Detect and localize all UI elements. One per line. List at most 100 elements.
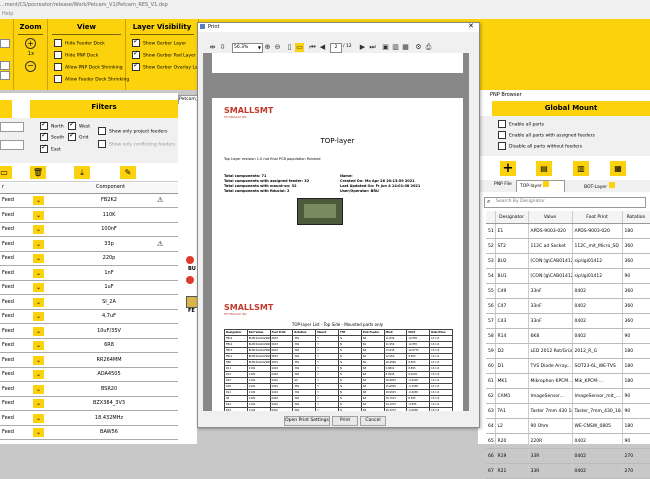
- checkbox-checked-icon[interactable]: [68, 131, 76, 141]
- show-gerber-pad-layer[interactable]: Show Gerber Pad Layer: [132, 49, 196, 59]
- zoom-in-print-icon[interactable]: ⊕: [263, 43, 272, 52]
- checkbox-icon[interactable]: [498, 142, 506, 150]
- zoom-out-icon[interactable]: −: [25, 61, 36, 72]
- checkbox-icon[interactable]: [54, 63, 62, 71]
- print-button[interactable]: Print: [332, 416, 358, 426]
- filter-project-feeders[interactable]: Show only project feeders: [98, 127, 168, 135]
- pnp-col-header[interactable]: Foot Print: [572, 211, 623, 224]
- filter-field[interactable]: [0, 140, 24, 150]
- chevron-down-icon[interactable]: ⌄: [33, 254, 44, 263]
- checkbox-checked-icon[interactable]: [132, 61, 140, 71]
- open-print-settings-button[interactable]: Open Print Settings: [284, 416, 330, 426]
- checkbox-icon[interactable]: [98, 127, 106, 135]
- pnp-col-header[interactable]: Value: [528, 211, 573, 224]
- filter-north[interactable]: North: [40, 120, 64, 130]
- gear-icon[interactable]: [543, 181, 550, 187]
- ribbon-left-field-3[interactable]: [0, 71, 10, 80]
- checkbox-checked-icon[interactable]: [132, 37, 140, 47]
- disable-parts-no-feeder[interactable]: Disable all parts without feeders: [498, 142, 582, 150]
- checkbox-icon[interactable]: [98, 140, 106, 148]
- table-row[interactable]: 56 C47 33nF 0402 360: [486, 298, 650, 314]
- feeder-row[interactable]: Feed ⌄ BSR20: [0, 383, 178, 397]
- chevron-down-icon[interactable]: ⌄: [33, 196, 44, 205]
- feeder-tool-1-icon[interactable]: ▭: [0, 166, 12, 179]
- table-row[interactable]: 65 R20 220R 0402 90: [486, 433, 650, 449]
- landscape-icon[interactable]: ▭: [295, 43, 304, 52]
- close-icon[interactable]: ✕: [468, 22, 474, 30]
- fit-page-icon[interactable]: ⇳: [218, 43, 227, 52]
- chevron-down-icon[interactable]: ⌄: [33, 399, 44, 408]
- table-row[interactable]: 53 BU2 [CON:]g\CAB01412 sip\lgi01412 360: [486, 253, 650, 269]
- checkbox-icon[interactable]: [498, 131, 506, 139]
- table-row[interactable]: 66 R19 33R 0402 270: [486, 448, 650, 464]
- overview-icon[interactable]: ▦: [401, 43, 410, 52]
- table-row[interactable]: 55 C49 33nF 0402 360: [486, 283, 650, 299]
- chevron-down-icon[interactable]: ⌄: [33, 225, 44, 234]
- filter-dropdown[interactable]: [0, 122, 24, 132]
- menu-help[interactable]: Help: [2, 11, 13, 17]
- chevron-down-icon[interactable]: ⌄: [33, 297, 44, 307]
- next-page-icon[interactable]: ▶: [358, 43, 367, 52]
- chevron-down-icon[interactable]: ⌄: [33, 210, 44, 220]
- feeder-row[interactable]: Feed ⌄ BAW56: [0, 426, 178, 440]
- first-page-icon[interactable]: ⏮: [308, 43, 317, 52]
- show-gerber-layer[interactable]: Show Gerber Layer: [132, 37, 186, 47]
- table-row[interactable]: 61 MK1 Mikrophon KPCM... Mik_KPCM-... 180: [486, 373, 650, 389]
- checkbox-icon[interactable]: [54, 75, 62, 83]
- feeder-row[interactable]: Feed ⌄ 10uF/35V: [0, 325, 178, 339]
- show-gerber-overlay-layer[interactable]: Show Gerber Overlay Layer: [132, 61, 205, 71]
- feeder-row[interactable]: Feed ⌄ 110K: [0, 209, 178, 223]
- tab-bot-layer[interactable]: BOT-Layer: [584, 182, 615, 190]
- checkbox-icon[interactable]: [54, 39, 62, 47]
- tab-pnp-file[interactable]: PNP File: [494, 182, 512, 187]
- pnp-tool-4-icon[interactable]: ▦: [610, 161, 626, 176]
- pnp-tool-3-icon[interactable]: ▥: [573, 161, 589, 176]
- feeder-row[interactable]: Feed ⌄ 1nF: [0, 267, 178, 281]
- chevron-down-icon[interactable]: ⌄: [33, 428, 44, 437]
- feeder-row[interactable]: Feed ⌄ 220p: [0, 252, 178, 266]
- pnp-tool-2-icon[interactable]: ▤: [536, 161, 552, 176]
- pnp-col-header[interactable]: Rotation: [622, 211, 650, 224]
- feeder-row[interactable]: Feed ⌄ 6R8: [0, 339, 178, 353]
- filter-east[interactable]: East: [40, 143, 61, 153]
- zoom-select[interactable]: 56.3% ▼: [232, 43, 263, 53]
- chevron-down-icon[interactable]: ⌄: [33, 355, 44, 365]
- portrait-icon[interactable]: ▯: [285, 43, 294, 52]
- filter-west[interactable]: West: [68, 120, 90, 130]
- chevron-down-icon[interactable]: ⌄: [33, 283, 44, 292]
- table-row[interactable]: 52 ST2 112C ad Socket 112C_mit_Micro_SD 360: [486, 238, 650, 254]
- chevron-down-icon[interactable]: ⌄: [33, 384, 44, 394]
- filter-south[interactable]: South: [40, 131, 64, 141]
- enable-parts-assigned[interactable]: Enable all parts with assigned feeders: [498, 131, 595, 139]
- chevron-down-icon[interactable]: ⌄: [33, 312, 44, 321]
- feeder-row[interactable]: Feed ⌄ RR264MM: [0, 354, 178, 368]
- wand-icon[interactable]: ✎: [120, 166, 136, 179]
- feeder-row[interactable]: Feed ⌄ 4,7uF: [0, 310, 178, 324]
- table-row[interactable]: 59 D2 LED 2012 Rot/Grün 2012_R_G 180: [486, 343, 650, 359]
- feeder-row[interactable]: Feed ⌄ BZX384_3V3: [0, 397, 178, 411]
- import-icon[interactable]: ⤓: [74, 166, 90, 179]
- view-hide-pnp-dock[interactable]: Hide PNP Dock: [54, 51, 98, 59]
- page-input[interactable]: 2: [330, 43, 342, 53]
- zoom-out-print-icon[interactable]: ⊖: [273, 43, 282, 52]
- feeder-row[interactable]: Feed ⌄ SI_2A: [0, 296, 178, 310]
- view-hide-feeder-dock[interactable]: Hide Feeder Dock: [54, 39, 105, 47]
- table-row[interactable]: 60 D1 TVS Diode Array... SOT23-6L_WE-TVS 180: [486, 358, 650, 374]
- feeder-row[interactable]: Feed ⌄ 1uF: [0, 281, 178, 295]
- feeder-row[interactable]: Feed ⌄ 33p ⚠: [0, 238, 178, 252]
- checkbox-checked-icon[interactable]: [40, 131, 48, 141]
- table-row[interactable]: 62 CAM1 ImageSensor... ImageSensor_mit_... 9…: [486, 388, 650, 404]
- prev-page-icon[interactable]: ◀: [318, 43, 327, 52]
- checkbox-checked-icon[interactable]: [132, 49, 140, 59]
- cancel-button[interactable]: Cancel: [360, 416, 386, 426]
- chevron-down-icon[interactable]: ⌄: [33, 341, 44, 350]
- checkbox-checked-icon[interactable]: [68, 120, 76, 130]
- table-row[interactable]: 57 C43 33nF 0402 360: [486, 313, 650, 329]
- chevron-down-icon[interactable]: ⌄: [33, 268, 44, 278]
- table-row[interactable]: 67 R21 33R 0402 270: [486, 463, 650, 479]
- print-preview[interactable]: SMALLSMT TECHNOLOGY INC. TOP-layer Top L…: [203, 53, 469, 411]
- printer-icon[interactable]: ⎙: [424, 43, 433, 52]
- search-box[interactable]: ⌕ Search By Designator: [484, 197, 646, 208]
- two-pages-icon[interactable]: ▥: [391, 43, 400, 52]
- fit-width-icon[interactable]: ⇹: [208, 43, 217, 52]
